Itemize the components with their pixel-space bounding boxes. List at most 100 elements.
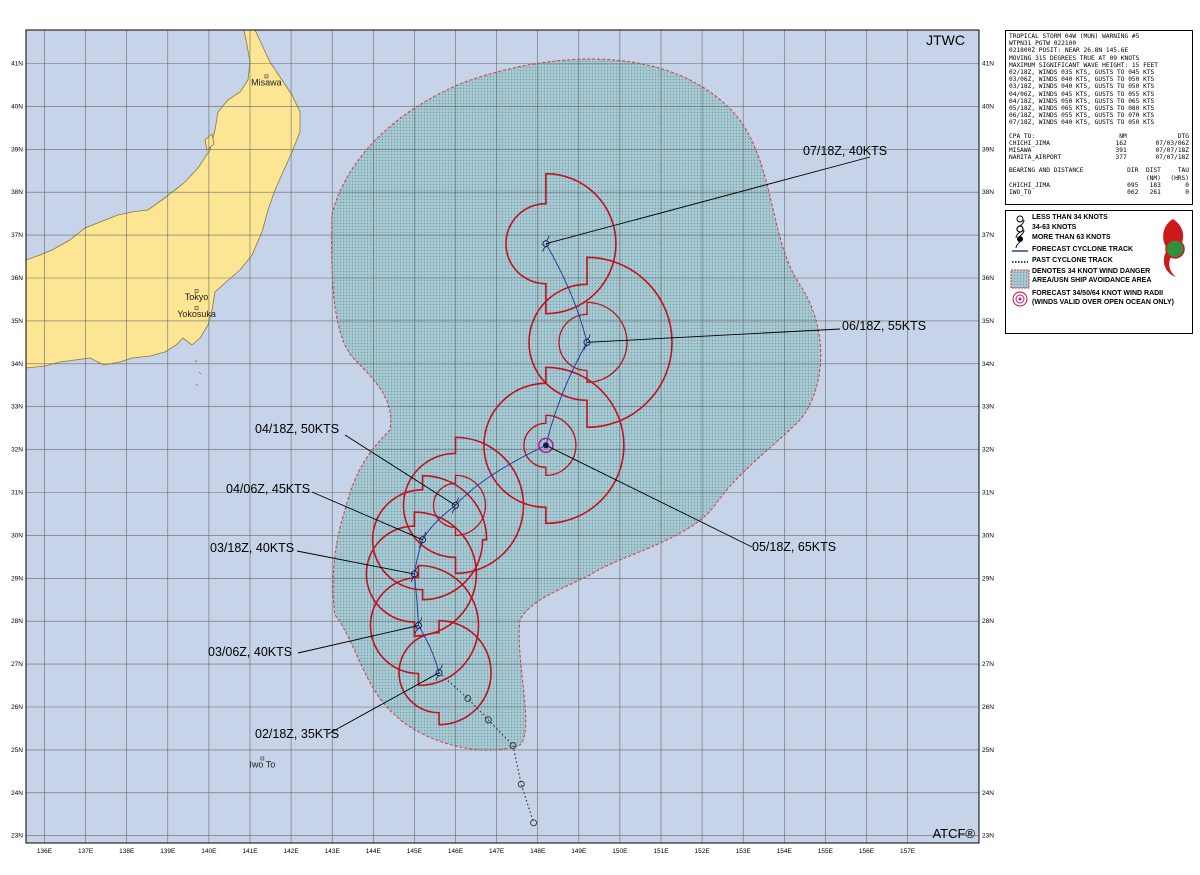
lat-label: 24N: [11, 790, 23, 797]
lat-label: 23N: [982, 833, 994, 840]
lon-label: 141E: [242, 848, 258, 855]
forecast-label: 02/18Z, 35KTS: [255, 727, 339, 741]
wind-radii-icon: [1012, 291, 1028, 307]
lat-label: 26N: [11, 704, 23, 711]
bearing-cell: 0: [1185, 189, 1189, 197]
lon-label: 147E: [489, 848, 505, 855]
lat-label: 38N: [11, 189, 23, 196]
warning-text-line: 02/18Z, WINDS 035 KTS, GUSTS TO 045 KTS: [1009, 69, 1155, 77]
warning-text-line: 021800Z POSIT: NEAR 26.8N 145.6E: [1009, 47, 1129, 55]
lon-label: 145E: [407, 848, 423, 855]
legend-item: FORECAST CYCLONE TRACK: [1032, 246, 1134, 253]
lon-label: 154E: [777, 848, 793, 855]
warning-text-line: 07/18Z, WINDS 040 KTS, GUSTS TO 050 KTS: [1009, 119, 1155, 127]
forecast-label: 06/18Z, 55KTS: [842, 319, 926, 333]
warning-text-line: 03/18Z, WINDS 040 KTS, GUSTS TO 050 KTS: [1009, 83, 1155, 91]
legend-item: DENOTES 34 KNOT WIND DANGER: [1032, 268, 1151, 275]
lon-label: 146E: [448, 848, 464, 855]
lon-label: 143E: [325, 848, 341, 855]
legend-item: AREA/USN SHIP AVOIDANCE AREA: [1032, 277, 1152, 284]
lon-label: 151E: [653, 848, 669, 855]
agency-label: JTWC: [926, 32, 965, 48]
lat-label: 40N: [982, 103, 994, 110]
lon-label: 157E: [900, 848, 916, 855]
lat-label: 23N: [11, 833, 23, 840]
bearing-cell: CHICHI_JIMA: [1009, 181, 1050, 189]
lat-label: 34N: [982, 361, 994, 368]
lat-label: 35N: [982, 318, 994, 325]
lat-label: 27N: [982, 661, 994, 668]
lat-label: 37N: [982, 232, 994, 239]
lon-label: 148E: [530, 848, 546, 855]
lon-label: 137E: [78, 848, 94, 855]
warning-text-line: WTPN31 PGTW 022100: [1009, 40, 1077, 48]
atcf-label: ATCF®: [932, 826, 975, 841]
lon-label: 144E: [366, 848, 382, 855]
bearing-cell: 183: [1149, 181, 1161, 189]
lat-label: 39N: [982, 146, 994, 153]
cpa-cell: NARITA_AIRPORT: [1009, 154, 1062, 162]
bearing-header-dir: DIR: [1127, 167, 1139, 175]
cpa-cell: CHICHI_JIMA: [1009, 139, 1050, 147]
bearing-header-dist: DIST: [1145, 167, 1161, 175]
lon-label: 153E: [736, 848, 752, 855]
lat-label: 29N: [11, 575, 23, 582]
lat-label: 31N: [11, 490, 23, 497]
cpa-cell: MISAWA: [1009, 147, 1032, 155]
lon-label: 155E: [818, 848, 834, 855]
place-name: Misawa: [251, 77, 282, 87]
more-than-63-icon: [1015, 229, 1025, 249]
bearing-row: CHICHI_JIMA 095 183 0: [1009, 182, 1189, 189]
forecast-label: 03/06Z, 40KTS: [208, 645, 292, 659]
legend-item: MORE THAN 63 KNOTS: [1032, 234, 1111, 241]
bearing-sub: [1009, 175, 1121, 182]
lat-label: 25N: [11, 747, 23, 754]
warning-text-lines: TROPICAL STORM 04W (MUN) WARNING #5 WTPN3…: [1009, 33, 1189, 127]
lat-label: 30N: [982, 532, 994, 539]
lat-label: 28N: [11, 618, 23, 625]
cpa-cell: 377: [1115, 154, 1127, 162]
lat-label: 38N: [982, 189, 994, 196]
cpa-row: CHICHI_JIMA 162 07/03/06Z: [1009, 140, 1189, 147]
lat-label: 37N: [11, 232, 23, 239]
cpa-cell: 162: [1115, 139, 1127, 147]
lat-label: 41N: [982, 61, 994, 68]
lat-label: 39N: [11, 146, 23, 153]
cpa-row: MISAWA 391 07/07/18Z: [1009, 147, 1189, 154]
warning-text-line: TROPICAL STORM 04W (MUN) WARNING #5: [1009, 33, 1140, 40]
forecast-label: 03/18Z, 40KTS: [210, 541, 294, 555]
warning-text-line: 03/06Z, WINDS 040 KTS, GUSTS TO 050 KTS: [1009, 76, 1155, 84]
lat-label: 25N: [982, 747, 994, 754]
bearing-cell: 062: [1127, 189, 1139, 197]
bearing-sub: (NM): [1145, 174, 1161, 182]
warning-text-line: 06/18Z, WINDS 055 KTS, GUSTS TO 070 KTS: [1009, 112, 1155, 120]
bearing-header-label: BEARING AND DISTANCE: [1009, 167, 1084, 175]
lon-label: 152E: [695, 848, 711, 855]
legend-item: 34-63 KNOTS: [1032, 224, 1077, 231]
legend-item: FORECAST 34/50/64 KNOT WIND RADII: [1032, 290, 1164, 297]
cpa-header-label: CPA TO:: [1009, 132, 1036, 140]
place-name: Yokosuka: [177, 309, 216, 319]
warning-info-box: TROPICAL STORM 04W (MUN) WARNING #5 WTPN3…: [1005, 30, 1193, 205]
cpa-cell: 07/07/18Z: [1155, 147, 1189, 155]
warning-text-line: 04/18Z, WINDS 050 KTS, GUSTS TO 065 KTS: [1009, 97, 1155, 105]
cpa-header-nm: NM: [1119, 132, 1127, 140]
cpa-cell: 07/07/18Z: [1155, 154, 1189, 162]
bearing-cell: IWO_TO: [1009, 189, 1032, 197]
warning-text-line: MAXIMUM SIGNIFICANT WAVE HEIGHT: 15 FEET: [1009, 61, 1159, 69]
cpa-header-dtg: DTG: [1177, 132, 1189, 140]
lat-label: 35N: [11, 318, 23, 325]
lat-label: 36N: [982, 275, 994, 282]
lon-label: 149E: [571, 848, 587, 855]
legend-item: LESS THAN 34 KNOTS: [1032, 214, 1108, 221]
lat-label: 41N: [11, 61, 23, 68]
warning-text-line: 04/06Z, WINDS 045 KTS, GUSTS TO 055 KTS: [1009, 90, 1155, 98]
lat-label: 40N: [11, 103, 23, 110]
legend-item: (WINDS VALID OVER OPEN OCEAN ONLY): [1032, 299, 1174, 306]
34-63-knots-icon: [1015, 219, 1025, 239]
cpa-table: CPA TO: NM DTG CHICHI_JIMA 162 07/03/06Z…: [1009, 133, 1189, 162]
lat-label: 36N: [11, 275, 23, 282]
bearing-sub: (HRS): [1170, 174, 1189, 182]
lon-label: 156E: [859, 848, 875, 855]
lat-label: 27N: [11, 661, 23, 668]
